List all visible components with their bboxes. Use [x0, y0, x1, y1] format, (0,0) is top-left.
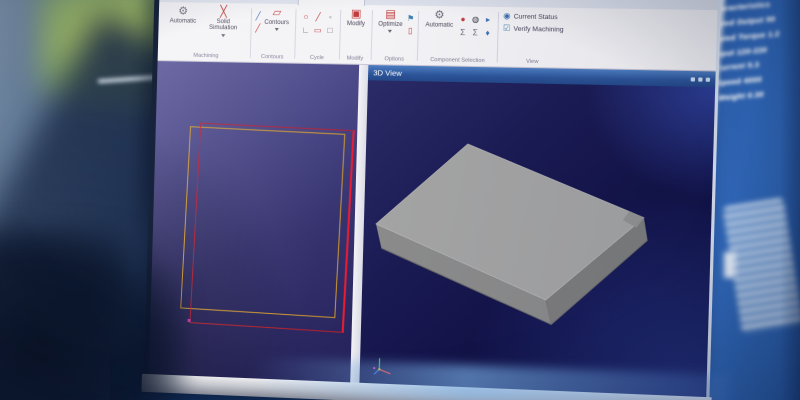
ribbon-group-modify: ▣ Modify Modify	[341, 6, 371, 64]
select-icon[interactable]: ♦	[482, 27, 494, 39]
3d-view-panel: 3D View	[359, 65, 715, 397]
flag-icon[interactable]: ⚑	[407, 13, 415, 24]
ribbon-group-component-selection: ⚙ Automatic ● ◍ ▸ Σ Σ ♦ Component Select…	[419, 7, 497, 67]
modify-icon: ▣	[351, 9, 362, 20]
pencil-red-icon[interactable]: ╱	[255, 23, 260, 34]
button-label: Contours	[264, 20, 289, 27]
dropdown-caret-icon	[274, 28, 278, 31]
active-ribbon-tab[interactable]	[298, 0, 365, 6]
ribbon-group-view: ◉ Current Status ☑ Verify Machining View	[499, 8, 568, 68]
line-tool-icon[interactable]: ╱	[312, 11, 324, 23]
group-label: Options	[375, 55, 413, 65]
dropdown-caret-icon	[388, 30, 392, 33]
pencil-blue-icon[interactable]: ╱	[255, 11, 260, 22]
sum-icon[interactable]: Σ	[457, 27, 469, 39]
document-icon[interactable]: ▯	[406, 25, 414, 36]
verify-icon: ☑	[503, 24, 511, 32]
workspace: 3D View	[149, 61, 716, 397]
group-label: Modify	[344, 54, 366, 64]
corner-tool-icon[interactable]: ∟	[300, 24, 312, 36]
2d-sketch	[149, 61, 359, 382]
automatic-button[interactable]: ⚙ Automatic	[168, 5, 199, 26]
record-icon[interactable]: ●	[457, 14, 469, 26]
circle-tool-icon[interactable]: ○	[300, 11, 312, 23]
photo-scene: Characteristics Rated Output 90 Rated To…	[0, 0, 800, 400]
group-label: Component Selection	[422, 56, 492, 66]
contour-icon: ▱	[272, 8, 281, 19]
axis-triad-icon	[372, 355, 395, 378]
panel-shadow	[780, 0, 800, 400]
button-label: Optimize	[378, 22, 402, 29]
status-icon: ◉	[503, 12, 511, 20]
close-icon[interactable]	[706, 77, 710, 81]
3d-viewport[interactable]	[359, 80, 715, 397]
square-tool-icon[interactable]: □	[324, 25, 336, 37]
button-label: Modify	[347, 21, 365, 28]
button-label: Automatic	[170, 18, 197, 25]
stock-block-3d[interactable]	[359, 80, 715, 397]
dropdown-caret-icon	[221, 34, 225, 37]
solid-simulation-button[interactable]: ╳ Solid Simulation	[200, 6, 247, 39]
window-controls	[691, 77, 710, 82]
gear-icon: ⚙	[434, 10, 445, 21]
ribbon-group-options: ▤ Optimize ⚑ ▯ Options	[372, 6, 418, 65]
sum-icon[interactable]: Σ	[469, 27, 481, 39]
button-label: Solid Simulation	[202, 19, 244, 33]
current-status-toggle[interactable]: ◉ Current Status	[503, 12, 558, 21]
optimize-icon: ▤	[385, 9, 396, 20]
toggle-label: Verify Machining	[513, 25, 563, 33]
monitor: ⚙ Automatic ╳ Solid Simulation Machining	[143, 0, 720, 400]
toggle-label: Current Status	[514, 13, 558, 21]
group-label: Cycle	[299, 54, 335, 64]
2d-view-panel[interactable]	[149, 61, 359, 382]
verify-machining-toggle[interactable]: ☑ Verify Machining	[503, 24, 564, 33]
group-label: View	[502, 57, 563, 67]
ribbon-group-contours: ╱ ╱ ▱ Contours Contours	[251, 4, 294, 62]
simulation-icon: ╳	[220, 7, 227, 18]
panel-title: 3D View	[373, 68, 402, 78]
ribbon-group-cycle: ○ ╱ ◦ ∟ ▭ □ Cycle	[296, 5, 339, 63]
automatic-selection-button[interactable]: ⚙ Automatic	[423, 9, 455, 30]
ribbon-toolbar: ⚙ Automatic ╳ Solid Simulation Machining	[158, 2, 718, 71]
minimize-icon[interactable]	[691, 77, 695, 81]
ribbon-group-machining: ⚙ Automatic ╳ Solid Simulation Machining	[164, 3, 250, 62]
play-icon[interactable]: ▸	[482, 14, 494, 26]
modify-button[interactable]: ▣ Modify	[345, 8, 368, 29]
origin-marker	[188, 319, 191, 322]
optimize-button[interactable]: ▤ Optimize	[376, 8, 405, 34]
stock-outline-red[interactable]	[189, 123, 354, 333]
button-label: Automatic	[425, 22, 453, 29]
stop-icon[interactable]: ◍	[470, 14, 482, 26]
contours-button[interactable]: ▱ Contours	[262, 7, 291, 33]
rect-tool-icon[interactable]: ▭	[312, 25, 324, 37]
application-window: ⚙ Automatic ╳ Solid Simulation Machining	[144, 0, 721, 397]
node-tool-icon[interactable]: ◦	[324, 12, 336, 24]
gear-icon: ⚙	[178, 6, 188, 17]
group-label: Contours	[254, 53, 290, 63]
group-label: Machining	[167, 51, 246, 61]
maximize-icon[interactable]	[698, 77, 702, 81]
